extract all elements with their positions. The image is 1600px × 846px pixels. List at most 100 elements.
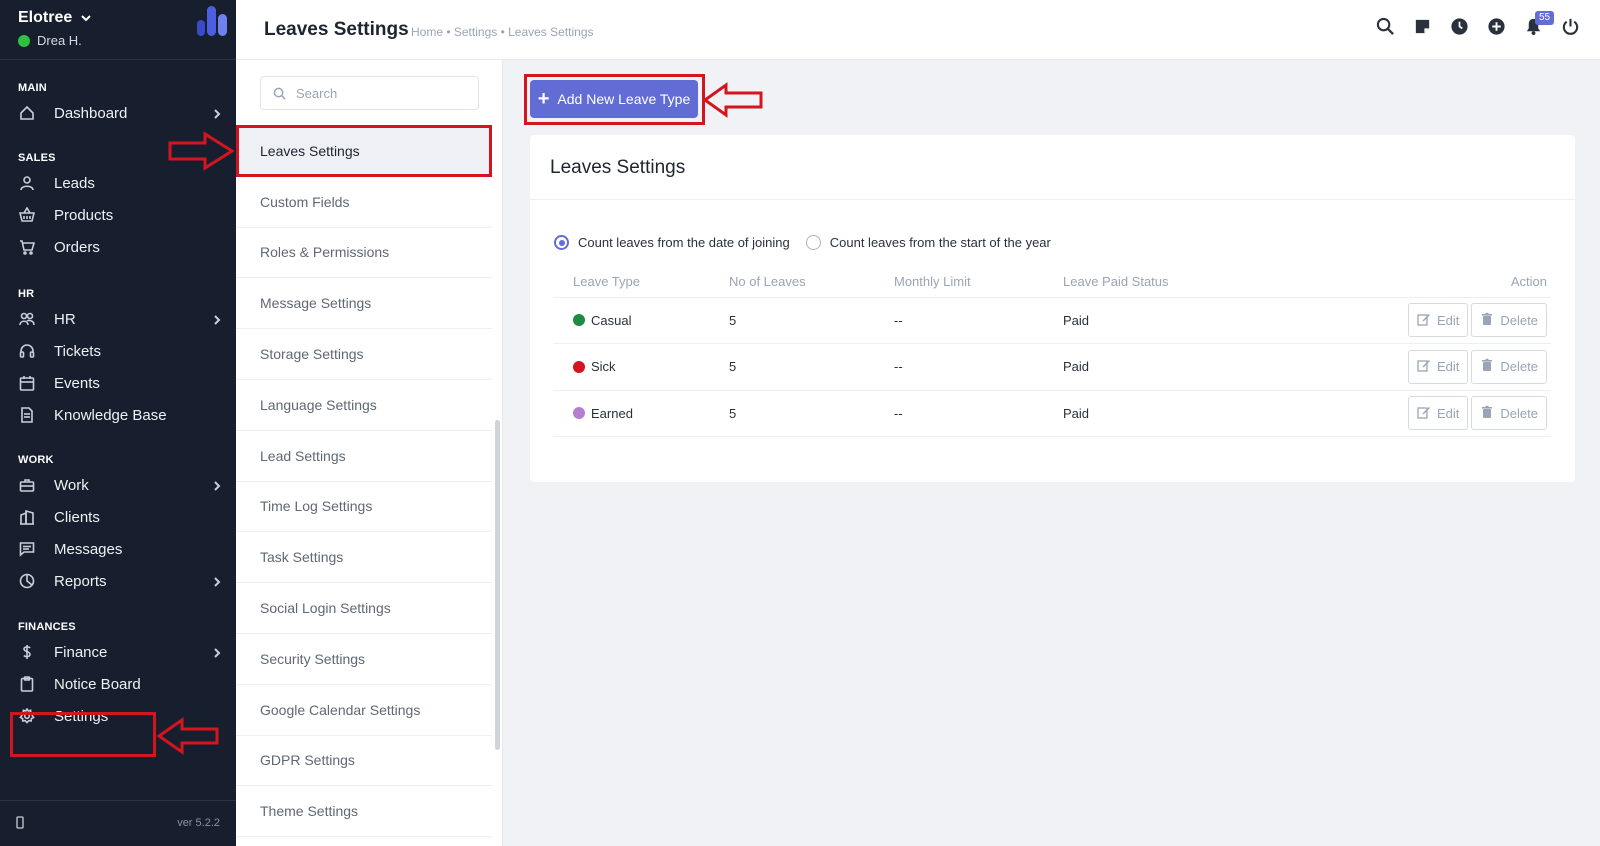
headset-icon xyxy=(18,342,36,360)
monthly-limit-cell: -- xyxy=(874,390,1043,437)
delete-button[interactable]: Delete xyxy=(1471,396,1547,431)
edit-button[interactable]: Edit xyxy=(1408,396,1469,431)
settings-menu-item-language-settings[interactable]: Language Settings xyxy=(236,380,492,431)
leave-count-radio-1[interactable] xyxy=(554,235,569,250)
settings-menu-item-task-settings[interactable]: Task Settings xyxy=(236,532,492,584)
sidebar-item-finance[interactable]: Finance xyxy=(18,637,223,667)
sticky-note-icon[interactable] xyxy=(1413,17,1432,36)
table-row: Sick 5 -- Paid Edit Delete xyxy=(553,343,1551,391)
search-icon[interactable] xyxy=(1376,17,1395,36)
sidebar-item-label: Work xyxy=(54,476,89,494)
settings-menu-item-lead-settings[interactable]: Lead Settings xyxy=(236,431,492,482)
edit-button[interactable]: Edit xyxy=(1408,349,1469,384)
power-icon[interactable] xyxy=(1561,17,1580,36)
sidebar-item-knowledge-base[interactable]: Knowledge Base xyxy=(18,400,223,430)
settings-menu-item-social-login-settings[interactable]: Social Login Settings xyxy=(236,583,492,634)
chevron-down-icon xyxy=(81,15,91,22)
clock-icon[interactable] xyxy=(1450,17,1469,36)
sidebar-item-label: HR xyxy=(54,310,76,328)
company-switcher[interactable]: Elotree Drea H. xyxy=(18,9,223,49)
radio-label[interactable]: Count leaves from the start of the year xyxy=(830,235,1051,250)
delete-button[interactable]: Delete xyxy=(1471,349,1547,384)
dollar-icon xyxy=(18,643,36,661)
sidebar-item-reports[interactable]: Reports xyxy=(18,566,223,596)
submenu-scrollbar[interactable] xyxy=(495,420,500,750)
sidebar-item-clients[interactable]: Clients xyxy=(18,502,223,532)
building-icon xyxy=(18,508,36,526)
leave-type-cell: Sick xyxy=(553,343,709,391)
leaves-settings-card: Leaves Settings Count leaves from the da… xyxy=(530,135,1575,482)
paid-status-cell: Paid xyxy=(1043,390,1243,437)
sidebar-item-label: Notice Board xyxy=(54,675,141,693)
sidebar-item-label: Clients xyxy=(54,508,100,526)
chevron-right-icon xyxy=(211,479,223,491)
card-title: Leaves Settings xyxy=(550,157,686,178)
company-name: Elotree xyxy=(18,9,73,26)
chat-icon xyxy=(18,540,36,558)
settings-menu-item-gdpr-settings[interactable]: GDPR Settings xyxy=(236,736,492,787)
no-of-leaves-cell: 5 xyxy=(709,297,874,344)
settings-search-input[interactable] xyxy=(296,85,466,101)
sidebar-item-leads[interactable]: Leads xyxy=(18,168,223,198)
settings-menu-item-roles-and-permissions[interactable]: Roles & Permissions xyxy=(236,228,492,279)
sidebar-item-messages[interactable]: Messages xyxy=(18,534,223,564)
sidebar-item-label: Leads xyxy=(54,174,95,192)
sidebar-section-finances: FINANCES xyxy=(18,621,76,633)
settings-menu-item-google-calendar-settings[interactable]: Google Calendar Settings xyxy=(236,685,492,736)
no-of-leaves-cell: 5 xyxy=(709,343,874,391)
annotation-arrow-left-icon xyxy=(702,82,763,118)
settings-submenu: Leaves SettingsCustom FieldsRoles & Perm… xyxy=(236,60,503,846)
sidebar-item-dashboard[interactable]: Dashboard xyxy=(18,98,223,128)
table-row: Earned 5 -- Paid Edit Delete xyxy=(553,390,1551,437)
column-header: Leave Type xyxy=(553,266,709,298)
edit-icon xyxy=(1417,405,1431,422)
edit-label: Edit xyxy=(1437,405,1460,421)
sidebar-item-orders[interactable]: Orders xyxy=(18,232,223,262)
briefcase-icon xyxy=(18,476,36,494)
settings-menu-item-custom-fields[interactable]: Custom Fields xyxy=(236,177,492,228)
bell-icon[interactable]: 55 xyxy=(1524,11,1555,36)
leave-type-cell: Casual xyxy=(553,297,709,344)
sidebar-item-label: Messages xyxy=(54,540,123,558)
sidebar-item-label: Events xyxy=(54,374,100,392)
user-name: Drea H. xyxy=(37,33,82,48)
sidebar-item-notice-board[interactable]: Notice Board xyxy=(18,669,223,699)
column-header: Action xyxy=(1243,266,1551,298)
settings-menu-list: Leaves Settings Custom Fields Roles & Perm… xyxy=(236,126,492,838)
sidebar-item-events[interactable]: Events xyxy=(18,368,223,398)
leave-count-radio-2[interactable] xyxy=(805,235,821,250)
sidebar-item-label: Tickets xyxy=(54,342,101,360)
pie-chart-icon xyxy=(18,572,36,590)
highlight-box-leaves-settings xyxy=(236,125,492,177)
settings-menu-item-theme-settings[interactable]: Theme Settings xyxy=(236,786,492,838)
radio-label[interactable]: Count leaves from the date of joining xyxy=(578,235,790,250)
basket-icon xyxy=(18,206,36,224)
mobile-icon[interactable] xyxy=(14,816,26,830)
sidebar-item-work[interactable]: Work xyxy=(18,470,223,500)
leave-type-name: Casual xyxy=(591,312,632,328)
notification-badge: 55 xyxy=(1535,11,1555,25)
sidebar-item-label: Orders xyxy=(54,238,100,256)
leave-type-cell: Earned xyxy=(553,390,709,437)
app-logo-icon xyxy=(197,6,227,36)
monthly-limit-cell: -- xyxy=(874,343,1043,391)
edit-button[interactable]: Edit xyxy=(1408,303,1469,338)
sidebar-item-tickets[interactable]: Tickets xyxy=(18,336,223,366)
settings-menu-item-time-log-settings[interactable]: Time Log Settings xyxy=(236,482,492,533)
sidebar-item-label: Finance xyxy=(54,643,108,661)
settings-menu-item-storage-settings[interactable]: Storage Settings xyxy=(236,329,492,380)
breadcrumb[interactable]: Home • Settings • Leaves Settings xyxy=(411,25,594,39)
user-icon xyxy=(18,174,36,192)
settings-menu-item-message-settings[interactable]: Message Settings xyxy=(236,278,492,330)
top-header: Leaves Settings Home • Settings • Leaves… xyxy=(236,0,1600,60)
delete-button[interactable]: Delete xyxy=(1471,303,1547,338)
trash-icon xyxy=(1480,312,1494,329)
monthly-limit-cell: -- xyxy=(874,297,1043,344)
settings-menu-item-security-settings[interactable]: Security Settings xyxy=(236,634,492,685)
plus-circle-icon[interactable] xyxy=(1487,17,1506,36)
sidebar-item-products[interactable]: Products xyxy=(18,200,223,230)
delete-label: Delete xyxy=(1500,312,1538,328)
app-version: ver 5.2.2 xyxy=(177,817,220,829)
delete-label: Delete xyxy=(1500,405,1538,421)
sidebar-item-hr[interactable]: HR xyxy=(18,304,223,334)
